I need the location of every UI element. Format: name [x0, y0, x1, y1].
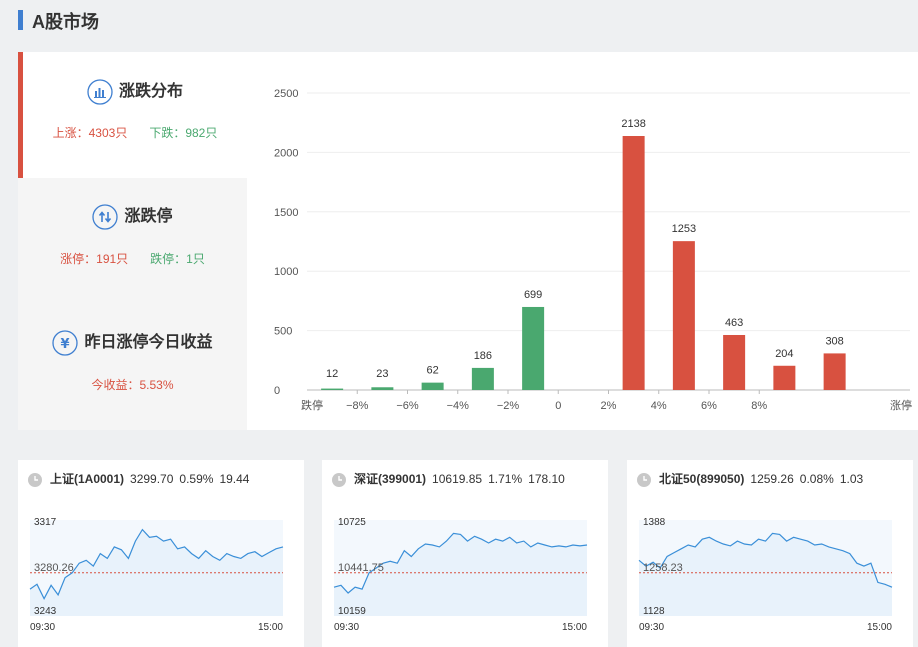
bar [823, 353, 846, 390]
bar [371, 387, 394, 390]
bar [723, 334, 746, 390]
open-time-label: 09:30 [30, 622, 55, 633]
prev-close-label: 10441.75 [338, 562, 384, 574]
bar-value-label: 204 [775, 348, 793, 360]
y-tick-label: 1000 [274, 266, 298, 278]
close-time-label: 15:00 [867, 622, 892, 633]
yield-value: 今收益：5.53% [91, 378, 174, 392]
x-tick-label: −6% [396, 400, 419, 412]
index-card-bj[interactable]: 北证50(899050) 1259.26 0.08% 1.03 1388 1258.23… [627, 460, 913, 647]
bar [522, 306, 545, 390]
bar-value-label: 308 [825, 335, 843, 347]
limit-up-count: 涨停：191只 [60, 252, 129, 266]
bar-value-label: 2138 [621, 118, 645, 130]
section-header: A股市场 [0, 0, 918, 40]
index-card-sh[interactable]: 上证(1A0001) 3299.70 0.59% 19.44 3317 3280.26 3… [18, 460, 304, 647]
y-tick-label: 1500 [274, 207, 298, 219]
index-card-sz[interactable]: 深证(399001) 10619.85 1.71% 178.10 10725 10441… [322, 460, 608, 647]
distribution-panel: 涨跌分布 上涨：4303只 下跌：982只 涨跌停 涨停：191只 跌停：1只 [18, 52, 918, 430]
x-tick-label: −2% [497, 400, 520, 412]
bar [471, 367, 494, 390]
prev-close-label: 3280.26 [34, 562, 74, 574]
x-tick-label: −8% [346, 400, 369, 412]
bar [672, 241, 695, 390]
min-price-label: 10159 [338, 606, 366, 617]
bar [421, 382, 444, 390]
x-tick-label: 6% [701, 400, 717, 412]
max-price-label: 3317 [34, 517, 57, 528]
x-tick-label: 8% [751, 400, 767, 412]
open-time-label: 09:30 [334, 622, 359, 633]
distribution-title: 涨跌分布 [118, 83, 183, 100]
limit-down-count: 跌停：1只 [150, 252, 205, 266]
x-tick-label: 2% [601, 400, 617, 412]
x-tick-label: 4% [651, 400, 667, 412]
min-price-label: 1128 [643, 606, 665, 617]
header-accent-bar [18, 10, 23, 30]
y-tick-label: 500 [274, 326, 292, 338]
open-time-label: 09:30 [639, 622, 664, 633]
intraday-chart: 3317 3280.26 3243 09:30 15:00 [29, 517, 283, 633]
intraday-chart: 10725 10441.75 10159 09:30 15:00 [333, 517, 587, 633]
x-tick-label: 跌停 [301, 398, 323, 412]
intraday-chart: 1388 1258.23 1128 09:30 15:00 [638, 517, 892, 633]
bar [773, 365, 796, 390]
limit-title: 涨跌停 [124, 208, 173, 225]
max-price-label: 1388 [643, 517, 666, 528]
up-count: 上涨：4303只 [52, 126, 128, 140]
bar-value-label: 62 [427, 365, 439, 377]
min-price-label: 3243 [34, 606, 57, 617]
bar [321, 388, 344, 390]
side-item-yield[interactable]: ¥ 昨日涨停今日收益 今收益：5.53% [18, 304, 247, 430]
side-item-distribution[interactable]: 涨跌分布 上涨：4303只 下跌：982只 [18, 52, 247, 178]
y-tick-label: 2500 [274, 88, 298, 100]
x-tick-label: 0 [555, 400, 561, 412]
bar-value-label: 699 [524, 289, 542, 301]
y-tick-label: 2000 [274, 147, 298, 159]
max-price-label: 10725 [338, 517, 366, 528]
bar-chart-icon [87, 79, 113, 105]
close-time-label: 15:00 [562, 622, 587, 633]
bar-value-label: 463 [725, 317, 743, 329]
up-down-arrows-icon [92, 204, 119, 230]
bar-value-label: 1253 [672, 223, 696, 235]
bar-value-label: 23 [376, 368, 388, 380]
yuan-icon: ¥ [52, 330, 79, 356]
bar [622, 136, 645, 390]
side-menu: 涨跌分布 上涨：4303只 下跌：982只 涨跌停 涨停：191只 跌停：1只 [18, 52, 247, 430]
x-tick-label: 涨停 [890, 398, 912, 412]
bar-value-label: 12 [326, 368, 338, 380]
close-time-label: 15:00 [258, 622, 283, 633]
down-count: 下跌：982只 [149, 126, 218, 140]
prev-close-label: 1258.23 [643, 562, 683, 574]
section-title: A股市场 [32, 12, 99, 32]
bar-value-label: 186 [474, 350, 492, 362]
distribution-chart: 0 500 1000 1500 2000 2500 12 23 62 186 699 2138 1253… [247, 52, 918, 430]
yield-title: 昨日涨停今日收益 [84, 334, 213, 351]
x-tick-label: −4% [447, 400, 470, 412]
distribution-bar-chart: 0 500 1000 1500 2000 2500 12 23 62 186 699 2138 1253… [274, 88, 912, 412]
side-item-limit[interactable]: 涨跌停 涨停：191只 跌停：1只 [18, 178, 247, 304]
svg-text:¥: ¥ [61, 337, 70, 352]
y-tick-label: 0 [274, 385, 280, 397]
